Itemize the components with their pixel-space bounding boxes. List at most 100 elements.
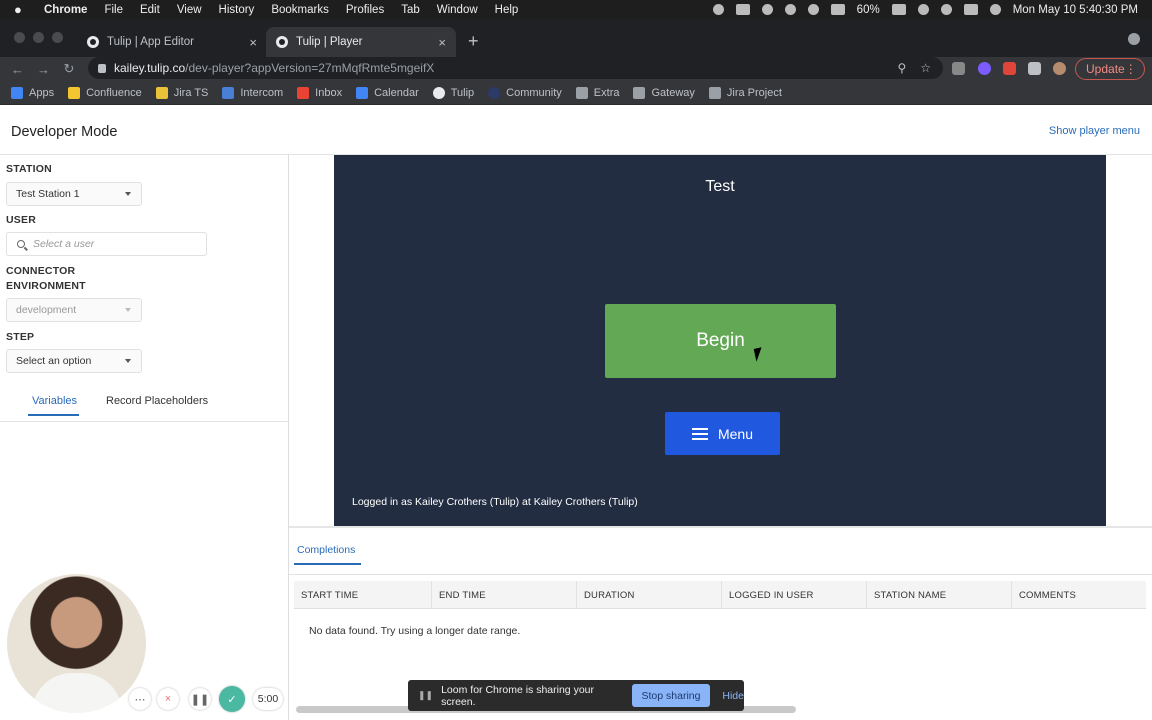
- column-logged-in-user[interactable]: LOGGED IN USER: [722, 581, 867, 609]
- extension-1-icon[interactable]: [952, 62, 965, 75]
- siri-icon[interactable]: [989, 4, 1001, 15]
- menu-view[interactable]: View: [177, 4, 202, 16]
- active-tab-indicator: [294, 563, 361, 565]
- user-search-input[interactable]: Select a user: [6, 232, 207, 256]
- control-center-icon[interactable]: [963, 4, 978, 15]
- play-icon[interactable]: [807, 4, 819, 15]
- address-bar[interactable]: kailey.tulip.co /dev-player?appVersion=2…: [88, 57, 943, 79]
- zoom-search-icon[interactable]: ⚲: [897, 61, 906, 75]
- bookmark-community[interactable]: Community: [488, 86, 562, 99]
- forward-icon[interactable]: →: [37, 62, 50, 77]
- bookmark-confluence[interactable]: Confluence: [68, 86, 142, 99]
- bookmark-gateway[interactable]: Gateway: [633, 86, 695, 99]
- tab-variables[interactable]: Variables: [32, 395, 77, 407]
- column-comments[interactable]: COMMENTS: [1012, 581, 1146, 609]
- bookmark-calendar[interactable]: Calendar: [356, 86, 419, 99]
- column-station-name[interactable]: STATION NAME: [867, 581, 1012, 609]
- extensions-puzzle-icon[interactable]: [1028, 62, 1041, 75]
- bookmark-apps[interactable]: Apps: [11, 86, 54, 99]
- step-select[interactable]: Select an option: [6, 349, 142, 373]
- station-select[interactable]: Test Station 1: [6, 182, 142, 206]
- update-label: Update: [1086, 62, 1125, 76]
- page-title: Developer Mode: [11, 124, 118, 140]
- show-player-menu-link[interactable]: Show player menu: [1049, 125, 1140, 137]
- new-tab-icon[interactable]: +: [468, 32, 479, 50]
- step-title: Test: [705, 178, 735, 195]
- bookmark-jira-ts[interactable]: Jira TS: [155, 86, 208, 99]
- step-value: Select an option: [16, 355, 92, 367]
- menubar-clock[interactable]: Mon May 10 5:40:30 PM: [1013, 4, 1138, 16]
- tulip-icon: [432, 86, 445, 99]
- apps-grid-icon: [11, 86, 23, 99]
- profile-avatar-icon[interactable]: [1053, 62, 1066, 75]
- stop-sharing-button[interactable]: Stop sharing: [631, 684, 711, 707]
- column-start-time[interactable]: START TIME: [294, 581, 432, 609]
- loom-pause-icon[interactable]: ❚❚: [189, 688, 211, 710]
- user-label: USER: [6, 214, 36, 226]
- hamburger-icon: [691, 427, 708, 440]
- loom-cancel-icon[interactable]: ×: [157, 688, 179, 710]
- menu-bookmarks[interactable]: Bookmarks: [271, 4, 329, 16]
- loom-finish-check-icon[interactable]: ✓: [219, 686, 245, 712]
- jira-icon: [155, 86, 168, 99]
- bookmark-tulip[interactable]: Tulip: [432, 86, 474, 99]
- close-tab-icon[interactable]: ×: [438, 35, 446, 50]
- status-icon[interactable]: [761, 4, 773, 15]
- minimize-window-icon[interactable]: [33, 32, 44, 43]
- extension-3-icon[interactable]: [1003, 62, 1016, 75]
- wifi-icon[interactable]: [917, 4, 929, 15]
- bookmark-intercom[interactable]: Intercom: [222, 86, 283, 99]
- screen-sharing-bar: ❚❚ Loom for Chrome is sharing your scree…: [408, 680, 744, 711]
- menu-window[interactable]: Window: [437, 4, 478, 16]
- menu-button[interactable]: Menu: [665, 412, 780, 455]
- menu-app-chrome[interactable]: Chrome: [44, 4, 87, 16]
- maximize-window-icon[interactable]: [52, 32, 63, 43]
- loom-timer: 5:00: [253, 688, 283, 710]
- docker-icon[interactable]: [735, 4, 750, 15]
- tab-player[interactable]: Tulip | Player ×: [266, 27, 456, 57]
- station-label: STATION: [6, 163, 52, 175]
- battery-icon[interactable]: [891, 4, 906, 15]
- tab-record-placeholders[interactable]: Record Placeholders: [106, 395, 208, 407]
- folder-icon: [575, 86, 588, 99]
- menu-file[interactable]: File: [104, 4, 123, 16]
- back-icon[interactable]: ←: [11, 62, 24, 77]
- loom-camera-bubble[interactable]: [7, 574, 146, 713]
- column-end-time[interactable]: END TIME: [432, 581, 577, 609]
- menu-help[interactable]: Help: [495, 4, 519, 16]
- calendar-icon: [356, 86, 369, 99]
- avatar-shirt: [32, 673, 122, 713]
- menu-edit[interactable]: Edit: [140, 4, 160, 16]
- hide-sharing-bar-link[interactable]: Hide: [722, 690, 744, 702]
- menu-history[interactable]: History: [219, 4, 255, 16]
- reload-icon[interactable]: ↻: [63, 61, 75, 77]
- left-tabs: Variables Record Placeholders: [0, 382, 288, 422]
- close-window-icon[interactable]: [14, 32, 25, 43]
- extension-2-icon[interactable]: [978, 62, 991, 75]
- menu-profiles[interactable]: Profiles: [346, 4, 384, 16]
- connector-environment-select[interactable]: development: [6, 298, 142, 322]
- bookmark-inbox[interactable]: Inbox: [297, 86, 342, 99]
- keyboard-icon[interactable]: [830, 4, 845, 15]
- microphone-icon[interactable]: [712, 4, 724, 15]
- loom-more-icon[interactable]: ⋯: [129, 688, 151, 710]
- bookmark-jira-project[interactable]: Jira Project: [708, 86, 782, 99]
- lock-icon[interactable]: [98, 63, 106, 73]
- tab-completions[interactable]: Completions: [297, 544, 355, 556]
- tab-app-editor[interactable]: Tulip | App Editor ×: [77, 27, 267, 57]
- tab-title: Tulip | App Editor: [107, 36, 194, 48]
- spotlight-icon[interactable]: [940, 4, 952, 15]
- begin-button[interactable]: Begin: [605, 304, 836, 378]
- apple-icon[interactable]: ●: [14, 2, 30, 17]
- close-tab-icon[interactable]: ×: [249, 35, 257, 50]
- tab-search-icon[interactable]: [1128, 33, 1140, 45]
- divider: [289, 574, 1152, 575]
- update-button[interactable]: Update ⋮: [1075, 58, 1145, 80]
- menu-tab[interactable]: Tab: [401, 4, 420, 16]
- moon-icon[interactable]: [784, 4, 796, 15]
- environment-label: ENVIRONMENT: [6, 280, 86, 292]
- bookmark-extra[interactable]: Extra: [575, 86, 619, 99]
- column-duration[interactable]: DURATION: [577, 581, 722, 609]
- gmail-icon: [297, 86, 310, 99]
- bookmark-star-icon[interactable]: ☆: [920, 61, 931, 75]
